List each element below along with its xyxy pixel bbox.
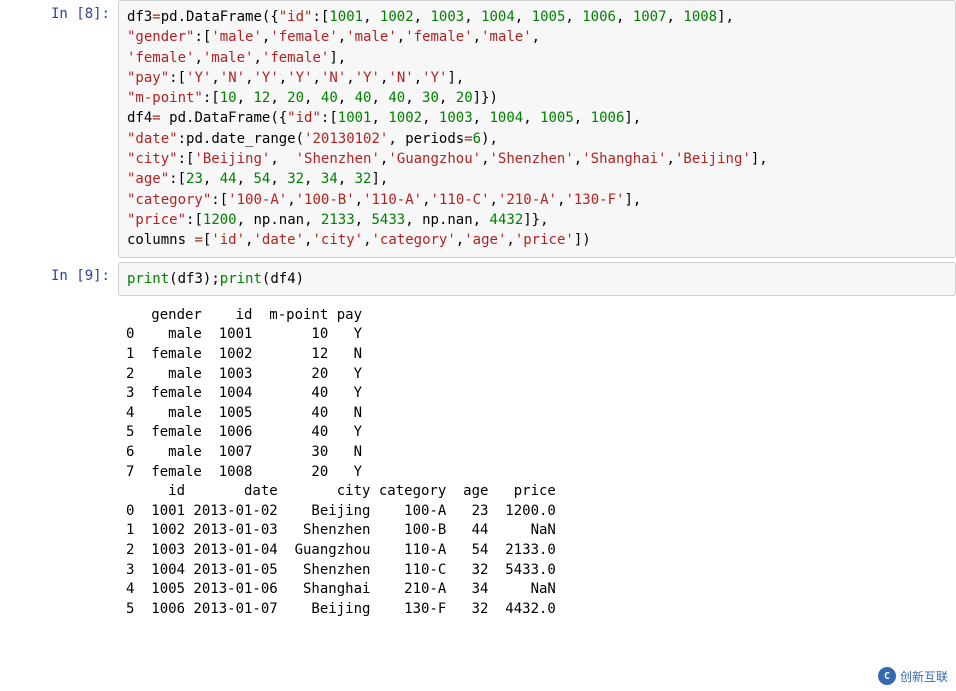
code-cell-8: In [8]: df3=pd.DataFrame({"id":[1001, 10… xyxy=(0,0,956,258)
watermark-logo-icon: C xyxy=(878,667,896,685)
output-cell-9: gender id m-point pay 0 male 1001 10 Y 1… xyxy=(0,300,956,626)
prompt-8: In [8]: xyxy=(0,0,118,258)
output-text-9: gender id m-point pay 0 male 1001 10 Y 1… xyxy=(118,300,956,626)
watermark-text: 创新互联 xyxy=(900,668,948,685)
prompt-9: In [9]: xyxy=(0,262,118,296)
output-prompt-9 xyxy=(0,300,118,626)
code-cell-9: In [9]: print(df3);print(df4) xyxy=(0,262,956,296)
code-input-9[interactable]: print(df3);print(df4) xyxy=(118,262,956,296)
watermark: C 创新互联 xyxy=(878,667,948,685)
code-input-8[interactable]: df3=pd.DataFrame({"id":[1001, 1002, 1003… xyxy=(118,0,956,258)
